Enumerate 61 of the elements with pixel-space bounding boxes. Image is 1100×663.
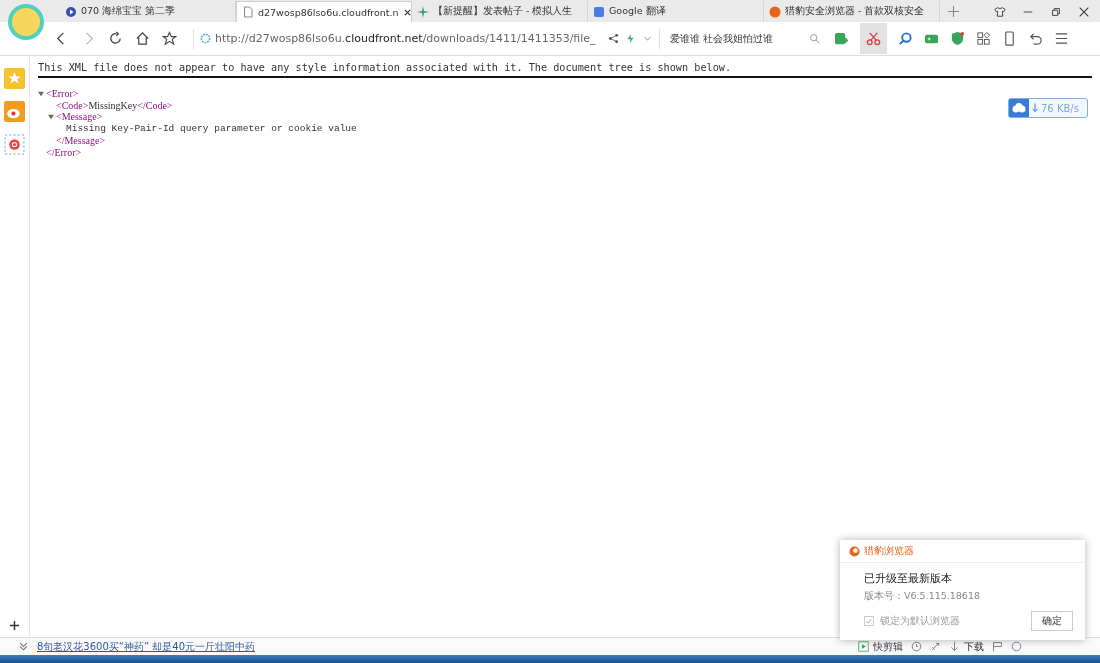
xml-notice: This XML file does not appear to have any style information associated with it. The document tree is shown below. — [38, 62, 1092, 78]
version-text: 版本号：V6.5.115.18618 — [864, 590, 981, 603]
page-icon — [242, 6, 254, 18]
star-icon[interactable] — [162, 31, 177, 46]
refresh-icon[interactable] — [108, 31, 123, 46]
email-icon[interactable] — [4, 134, 25, 155]
chevron-down-icon[interactable] — [18, 641, 29, 652]
flag-icon[interactable] — [992, 641, 1003, 652]
xml-value: Missing Key-Pair-Id query parameter or cookie value — [66, 123, 357, 135]
weibo-icon[interactable] — [4, 101, 25, 122]
xml-tag: </Error> — [46, 146, 82, 159]
shirt-icon[interactable] — [994, 6, 1006, 18]
menu-icon[interactable] — [1054, 31, 1069, 46]
close-icon[interactable] — [402, 7, 412, 17]
loading-icon — [200, 33, 211, 44]
translate-icon — [593, 5, 605, 18]
xml-tag: </Message> — [56, 134, 106, 147]
xml-value: MissingKey — [88, 99, 138, 112]
popup-heading: 已升级至最新版本 — [864, 571, 953, 586]
checkbox-label: 锁定为默认浏览器 — [880, 614, 960, 628]
news-link[interactable]: 8旬老汉花3600买“神药” 却是40元一斤壮阳中药 — [37, 639, 256, 654]
shield-icon[interactable] — [950, 31, 965, 46]
clock-icon[interactable] — [911, 641, 922, 652]
download-manager-icon[interactable] — [834, 31, 849, 46]
download-arrow-icon — [1032, 103, 1038, 113]
browser-tab[interactable]: d27wosp86lso6u.cloudfront.n — [236, 1, 412, 22]
sparkle-icon — [417, 5, 429, 18]
share-icon[interactable] — [608, 33, 619, 44]
ok-button[interactable]: 确定 — [1031, 611, 1073, 631]
download-label[interactable]: 下载 — [964, 639, 984, 654]
cloud-icon — [1009, 99, 1029, 117]
search-field[interactable]: 爱谁谁 社会我姐怕过谁 — [659, 28, 820, 49]
popup-title: 猎豹浏览器 — [864, 544, 914, 558]
default-browser-checkbox[interactable] — [864, 616, 874, 626]
close-icon[interactable] — [1078, 6, 1090, 18]
tablet-icon[interactable] — [1002, 31, 1017, 46]
browser-logo-icon — [769, 5, 781, 18]
undo-icon[interactable] — [1028, 31, 1043, 46]
restore-icon[interactable] — [1050, 6, 1062, 18]
lightning-icon[interactable] — [625, 33, 636, 44]
browser-icon[interactable] — [1011, 641, 1022, 652]
search-icon[interactable] — [809, 33, 820, 44]
new-tab-icon[interactable] — [948, 6, 959, 17]
address-field[interactable]: http://d27wosp86lso6u.cloudfront.net/downloads/1411/1411353/file_ — [193, 28, 602, 49]
play-icon — [65, 5, 77, 18]
speed-reading: 76 KB/s — [1041, 102, 1079, 114]
home-icon[interactable] — [135, 31, 150, 46]
magnifier-icon[interactable] — [898, 31, 913, 46]
collapse-triangle-icon[interactable] — [38, 90, 44, 97]
add-icon[interactable] — [9, 620, 20, 631]
xml-tag: <Code> — [56, 99, 89, 112]
collapse-triangle-icon[interactable] — [48, 114, 54, 121]
scissors-icon[interactable] — [866, 31, 881, 46]
xml-tag: </Code> — [137, 99, 173, 112]
download-icon[interactable] — [949, 641, 960, 652]
xml-tag: <Message> — [56, 111, 103, 124]
xml-tag: <Error> — [46, 88, 79, 100]
app-logo-icon — [849, 545, 860, 557]
clip-icon[interactable] — [858, 641, 869, 652]
clip-label[interactable]: 快剪辑 — [873, 639, 903, 654]
apps-icon[interactable] — [976, 31, 991, 46]
